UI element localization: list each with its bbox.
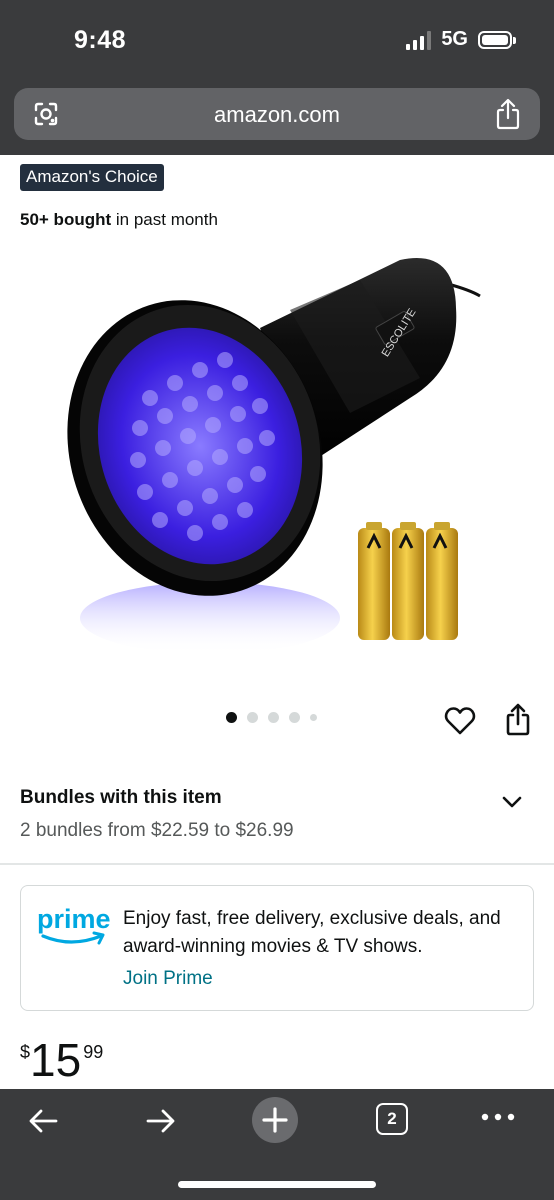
bought-count: 50+ bought	[20, 210, 112, 229]
share-icon[interactable]	[504, 702, 532, 736]
price-whole: 15	[30, 1034, 82, 1086]
bought-suffix: in past month	[111, 210, 218, 229]
section-divider	[0, 863, 554, 865]
price-symbol: $	[20, 1042, 31, 1062]
more-icon[interactable]	[480, 1109, 516, 1125]
network-type: 5G	[441, 28, 468, 50]
prime-logo: prime	[37, 904, 111, 945]
carousel-dot[interactable]	[289, 712, 300, 723]
join-prime-link[interactable]: Join Prime	[123, 968, 213, 990]
chevron-down-icon[interactable]	[500, 790, 524, 814]
home-indicator[interactable]	[178, 1181, 376, 1188]
carousel-dot[interactable]	[226, 712, 237, 723]
prime-promo-card[interactable]: prime Enjoy fast, free delivery, exclusi…	[20, 885, 534, 1011]
browser-chrome: 9:48 5G amazon.com	[0, 0, 554, 155]
heart-icon[interactable]	[444, 706, 476, 736]
carousel-dot[interactable]	[310, 714, 317, 721]
plus-icon	[262, 1107, 288, 1133]
amazons-choice-badge[interactable]: Amazon's Choice	[20, 164, 164, 191]
carousel-dot[interactable]	[268, 712, 279, 723]
bundles-title[interactable]: Bundles with this item	[20, 787, 222, 809]
status-time: 9:48	[74, 26, 127, 54]
tabs-icon[interactable]: 2	[376, 1103, 408, 1135]
price-fraction: 99	[83, 1042, 104, 1062]
image-carousel-indicator[interactable]	[226, 712, 317, 723]
address-bar[interactable]: amazon.com	[14, 88, 540, 140]
bought-in-past-month: 50+ bought in past month	[20, 210, 218, 230]
forward-icon[interactable]	[142, 1103, 178, 1139]
battery-icon	[478, 30, 516, 49]
new-tab-icon[interactable]	[252, 1097, 298, 1143]
back-icon[interactable]	[26, 1103, 62, 1139]
signal-icon	[406, 30, 432, 50]
share-icon[interactable]	[494, 98, 522, 130]
product-price: $ 15 99	[20, 1036, 103, 1084]
url-text[interactable]: amazon.com	[14, 102, 540, 128]
product-image-uv-flashlight[interactable]: ESCOLITE	[60, 248, 500, 668]
status-indicators: 5G	[406, 28, 516, 51]
carousel-dot[interactable]	[247, 712, 258, 723]
bundles-subtitle[interactable]: 2 bundles from $22.59 to $26.99	[20, 820, 294, 842]
prime-message: Enjoy fast, free delivery, exclusive dea…	[123, 908, 501, 957]
prime-logo-text: prime	[37, 904, 111, 934]
